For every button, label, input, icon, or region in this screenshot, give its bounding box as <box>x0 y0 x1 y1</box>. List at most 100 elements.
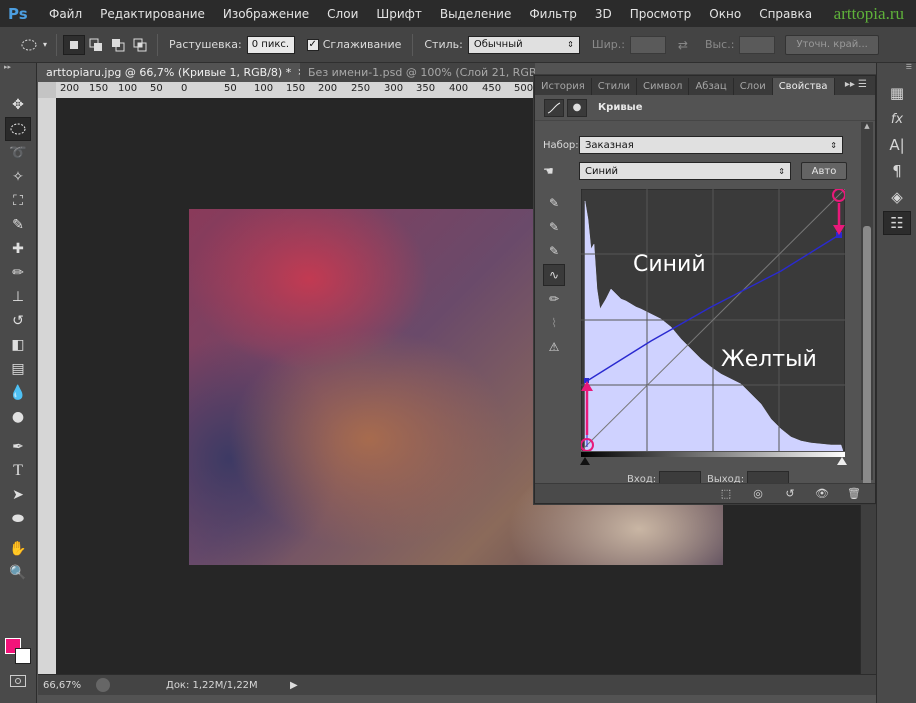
curve-edit-icon[interactable]: ∿ <box>543 264 565 286</box>
clipping-warning-icon[interactable]: ⚠ <box>543 336 565 358</box>
white-point-slider-icon[interactable] <box>837 457 847 465</box>
history-brush-icon[interactable]: ↺ <box>5 309 31 333</box>
eraser-icon[interactable]: ◧ <box>5 333 31 357</box>
antialias-label: Сглаживание <box>322 38 402 51</box>
ruler-vertical <box>38 98 56 674</box>
style-select-value: Обычный <box>473 39 523 50</box>
view-previous-state-icon[interactable]: ◎ <box>747 486 769 502</box>
tab-layers[interactable]: Слои <box>734 78 773 95</box>
add-to-selection-icon[interactable] <box>85 35 107 55</box>
paragraph-panel-icon[interactable]: ¶ <box>883 159 911 183</box>
tab-label: arttopiaru.jpg @ 66,7% (Кривые 1, RGB/8)… <box>46 66 292 79</box>
height-input[interactable] <box>739 35 776 54</box>
black-point-slider-icon[interactable] <box>580 457 590 465</box>
type-icon[interactable]: T <box>5 459 31 483</box>
tab-styles[interactable]: Стили <box>592 78 637 95</box>
feather-input[interactable]: 0 пикс. <box>246 35 295 54</box>
swap-dimensions-icon[interactable]: ⇄ <box>672 35 694 55</box>
curves-graph[interactable]: Синий Желтый <box>581 189 845 451</box>
menu-layers[interactable]: Слои <box>318 7 367 21</box>
eyedropper-icon[interactable]: ✎ <box>5 213 31 237</box>
tab-arttopiaru[interactable]: arttopiaru.jpg @ 66,7% (Кривые 1, RGB/8)… <box>38 63 300 82</box>
tab-paragraph[interactable]: Абзац <box>689 78 734 95</box>
layer-mask-icon[interactable]: ● <box>567 98 587 117</box>
hand-icon[interactable]: ✋ <box>5 537 31 561</box>
chevron-down-icon[interactable]: ▾ <box>40 35 50 55</box>
magic-wand-icon[interactable]: ✧ <box>5 165 31 189</box>
zoom-level[interactable]: 66,67% <box>38 680 90 691</box>
status-options-icon[interactable] <box>96 678 110 692</box>
status-menu-arrow-icon[interactable]: ▶ <box>290 680 298 691</box>
trash-icon[interactable]: 🗑 <box>843 486 865 502</box>
lasso-icon[interactable]: ➰ <box>5 141 31 165</box>
healing-brush-icon[interactable]: ✚ <box>5 237 31 261</box>
tab-untitled-1[interactable]: Без имени-1.psd @ 100% (Слой 21, RGB/8*)… <box>300 63 535 82</box>
menu-select[interactable]: Выделение <box>431 7 520 21</box>
clone-stamp-icon[interactable]: ⊥ <box>5 285 31 309</box>
marquee-ellipse-icon[interactable] <box>5 117 31 141</box>
eyedropper-black-icon[interactable]: ✎ <box>543 192 565 214</box>
pen-icon[interactable]: ✒ <box>5 435 31 459</box>
menu-image[interactable]: Изображение <box>214 7 318 21</box>
quick-mask-icon[interactable] <box>10 675 26 687</box>
history-panel-icon[interactable]: ▦ <box>883 81 911 105</box>
menu-filter[interactable]: Фильтр <box>520 7 585 21</box>
scroll-up-arrow-icon[interactable]: ▲ <box>861 122 873 130</box>
menu-window[interactable]: Окно <box>700 7 750 21</box>
move-icon[interactable]: ✥ <box>5 93 31 117</box>
site-watermark-logo: arttopia.ru <box>833 4 904 23</box>
eyedropper-white-icon[interactable]: ✎ <box>543 240 565 262</box>
ruler-tick-label: 200 <box>60 83 80 94</box>
clip-to-layer-icon[interactable]: ⬚ <box>715 486 737 502</box>
tab-history[interactable]: История <box>535 78 592 95</box>
menu-view[interactable]: Просмотр <box>621 7 701 21</box>
crop-icon[interactable]: ⛶ <box>5 189 31 213</box>
document-size: Док: 1,22M/1,22M <box>166 679 258 691</box>
dodge-icon[interactable]: ● <box>5 405 31 429</box>
marquee-ellipse-icon[interactable] <box>18 35 40 55</box>
properties-panel-icon[interactable]: ☷ <box>883 211 911 235</box>
panel-menu-icon[interactable]: ▸▸ ☰ <box>845 79 867 90</box>
ruler-tick-label: 50 <box>224 83 237 94</box>
menu-edit[interactable]: Редактирование <box>91 7 214 21</box>
panel-collapse-icon[interactable]: ▸▸ <box>0 63 36 73</box>
subtract-from-selection-icon[interactable] <box>107 35 129 55</box>
on-image-adjust-icon[interactable]: ☚ <box>543 164 579 178</box>
ruler-horizontal: 200 150 100 50 0 50 100 150 200 250 300 … <box>56 82 535 98</box>
panel-scrollbar-thumb[interactable] <box>863 226 871 496</box>
blur-icon[interactable]: 💧 <box>5 381 31 405</box>
dock-menu-icon[interactable]: ☰ <box>877 63 916 75</box>
menu-3d[interactable]: 3D <box>586 7 621 21</box>
layers-panel-icon[interactable]: ◈ <box>883 185 911 209</box>
width-input[interactable] <box>629 35 666 54</box>
ellipse-shape-icon[interactable]: ⬬ <box>5 507 31 531</box>
menu-help[interactable]: Справка <box>750 7 821 21</box>
intersect-selection-icon[interactable] <box>129 35 151 55</box>
channel-select-value: Синий <box>585 165 619 177</box>
tab-properties[interactable]: Свойства <box>772 78 835 95</box>
path-selection-icon[interactable]: ➤ <box>5 483 31 507</box>
menu-file[interactable]: Файл <box>40 7 91 21</box>
auto-button[interactable]: Авто <box>801 162 847 180</box>
styles-panel-icon[interactable]: fx <box>883 107 911 131</box>
menu-type[interactable]: Шрифт <box>367 7 431 21</box>
pencil-draw-icon[interactable]: ✏ <box>543 288 565 310</box>
style-select[interactable]: Обычный ⇕ <box>467 35 580 54</box>
gradient-icon[interactable]: ▤ <box>5 357 31 381</box>
brush-icon[interactable]: ✏ <box>5 261 31 285</box>
refine-edge-button[interactable]: Уточн. край... <box>785 34 879 55</box>
preset-select[interactable]: Заказная ⇕ <box>579 136 843 154</box>
properties-footer: ⬚ ◎ ↺ 👁 🗑 <box>535 483 875 503</box>
new-selection-icon[interactable] <box>63 34 85 55</box>
eyedropper-gray-icon[interactable]: ✎ <box>543 216 565 238</box>
zoom-icon[interactable]: 🔍 <box>5 561 31 585</box>
antialias-checkbox[interactable]: ✓ <box>306 38 319 51</box>
background-color-swatch[interactable] <box>15 648 31 664</box>
options-bar: ▾ Растушевка: 0 пикс. ✓ Сглаживание Стил… <box>0 27 916 63</box>
smooth-curve-icon: ⌇ <box>551 316 557 330</box>
visibility-eye-icon[interactable]: 👁 <box>811 486 833 502</box>
tab-character[interactable]: Символ <box>637 78 690 95</box>
reset-icon[interactable]: ↺ <box>779 486 801 502</box>
channel-select[interactable]: Синий ⇕ <box>579 162 791 180</box>
character-panel-icon[interactable]: A| <box>883 133 911 157</box>
